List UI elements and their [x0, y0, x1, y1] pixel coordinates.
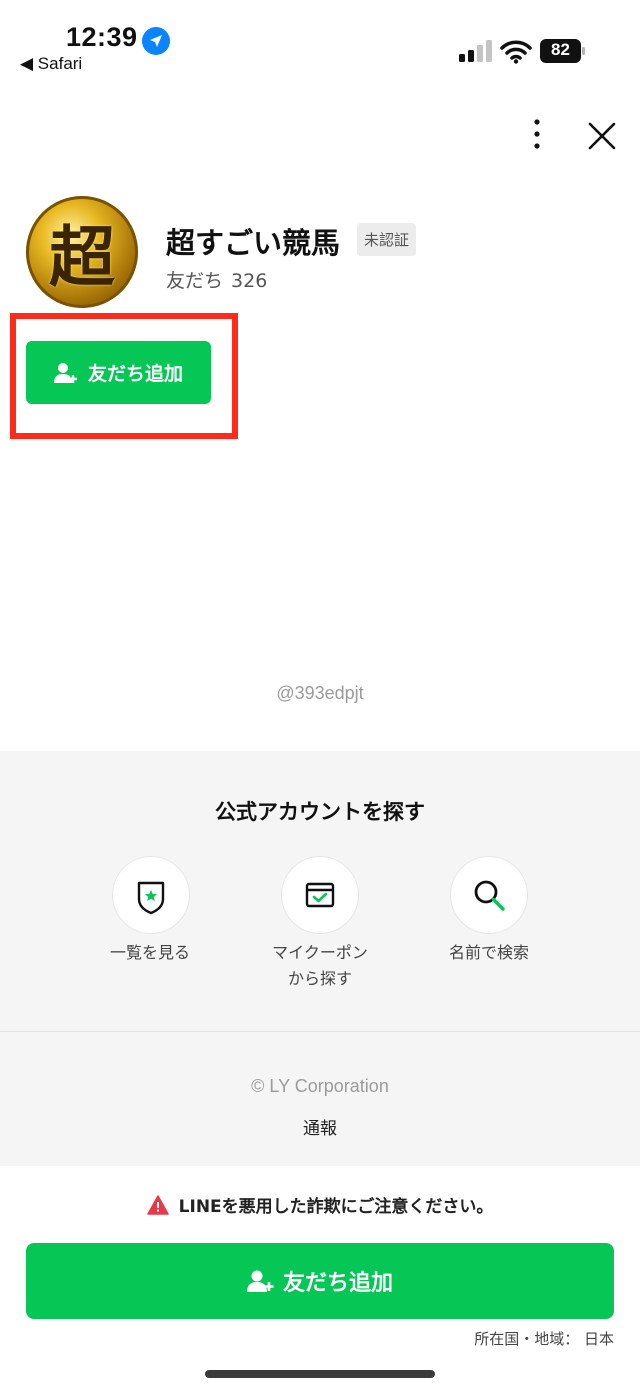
name-search-label: 名前で検索 [448, 943, 529, 962]
battery-level: 82 [551, 40, 570, 59]
search-icon [474, 880, 505, 911]
battery-icon: 82 [540, 39, 586, 63]
name-search-button[interactable] [450, 856, 528, 934]
explore-title: 公式アカウントを探す [215, 800, 425, 824]
account-name: 超すごい競馬 [166, 226, 341, 260]
browse-list-button[interactable] [112, 856, 190, 934]
location-arrow-icon [142, 27, 170, 55]
account-handle: @393edpjt [276, 683, 364, 703]
fraud-warning-text: LINEを悪用した詐欺にご注意ください。 [178, 1197, 494, 1217]
back-to-safari-link[interactable]: ◀ Safari [20, 54, 82, 74]
fraud-warning: LINEを悪用した詐欺にご注意ください。 [0, 1192, 640, 1217]
close-icon [588, 122, 616, 150]
section-divider [0, 1031, 640, 1032]
friends-label: 友だち [166, 270, 224, 292]
report-link[interactable]: 通報 [0, 1114, 640, 1139]
more-vertical-icon [534, 119, 540, 149]
warning-icon [146, 1194, 169, 1215]
add-friend-label: 友だち追加 [87, 363, 183, 385]
avatar-glyph: 超 [49, 218, 115, 296]
region-label: 所在国・地域： 日本 [474, 1330, 614, 1348]
status-time: 12:39 [66, 22, 138, 52]
coupon-search-button[interactable] [281, 856, 359, 934]
home-indicator[interactable] [205, 1370, 435, 1378]
friends-count: 友だち 326 [166, 266, 267, 293]
add-person-icon [246, 1270, 274, 1292]
add-friend-button-bottom[interactable]: 友だち追加 [26, 1243, 614, 1319]
close-button[interactable] [584, 118, 620, 154]
shield-star-icon [137, 881, 165, 915]
add-friend-button-top[interactable]: 友だち追加 [26, 341, 211, 404]
wifi-icon [500, 40, 532, 64]
friends-number: 326 [231, 270, 268, 292]
add-person-icon [53, 362, 77, 383]
more-options-button[interactable] [520, 116, 554, 154]
copyright: © LY Corporation [251, 1076, 389, 1096]
avatar: 超 [26, 196, 138, 308]
cellular-signal-icon [459, 40, 493, 62]
coupon-box-icon [305, 882, 335, 908]
coupon-search-label: マイクーポン から探す [272, 943, 368, 988]
verification-badge: 未認証 [357, 223, 417, 256]
browse-list-label: 一覧を見る [109, 943, 190, 962]
add-friend-bottom-label: 友だち追加 [282, 1271, 393, 1296]
